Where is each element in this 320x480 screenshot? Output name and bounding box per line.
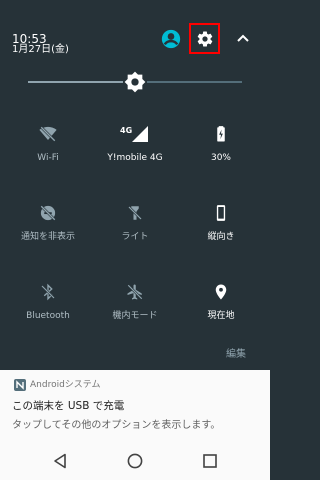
airplane-off-icon bbox=[127, 284, 143, 300]
brightness-track-filled bbox=[28, 81, 123, 83]
notification-app-name: Androidシステム bbox=[30, 380, 101, 390]
back-icon[interactable] bbox=[53, 453, 67, 469]
network-type-badge: 4G bbox=[120, 126, 132, 135]
tile-label: ライト bbox=[121, 232, 149, 242]
tile-auto-rotate[interactable]: 縦向き bbox=[176, 204, 266, 264]
usb-charging-notification[interactable]: Androidシステム この端末を USB で充電 タップしてその他のオプション… bbox=[0, 370, 270, 442]
tile-label: Y!mobile 4G bbox=[107, 153, 163, 163]
portrait-phone-icon bbox=[216, 205, 226, 221]
bluetooth-off-icon bbox=[41, 283, 55, 301]
tile-label: 通知を非表示 bbox=[20, 232, 75, 242]
home-icon[interactable] bbox=[127, 453, 143, 469]
user-avatar-icon[interactable] bbox=[161, 29, 181, 49]
tile-do-not-disturb[interactable]: 通知を非表示 bbox=[3, 204, 93, 264]
tile-wifi[interactable]: Wi-Fi bbox=[3, 125, 93, 185]
brightness-track-empty bbox=[147, 81, 242, 83]
brightness-slider-thumb[interactable] bbox=[124, 71, 146, 93]
tile-label: 縦向き bbox=[207, 232, 235, 242]
tile-bluetooth[interactable]: Bluetooth bbox=[3, 283, 93, 343]
tile-mobile-data[interactable]: 4G Y!mobile 4G bbox=[90, 125, 180, 185]
tile-label: 機内モード bbox=[112, 311, 158, 321]
tile-airplane-mode[interactable]: 機内モード bbox=[90, 283, 180, 343]
date-label: 1月27日(金) bbox=[12, 44, 69, 55]
edit-button[interactable]: 編集 bbox=[226, 345, 246, 360]
settings-gear-icon[interactable] bbox=[196, 30, 214, 48]
do-not-disturb-off-icon bbox=[40, 205, 56, 221]
tile-label: 30% bbox=[210, 153, 231, 163]
android-system-icon bbox=[14, 379, 26, 391]
notification-text: タップしてその他のオプションを表示します。 bbox=[12, 420, 221, 431]
flashlight-off-icon bbox=[128, 206, 142, 220]
wifi-off-icon bbox=[39, 126, 57, 142]
tile-location[interactable]: 現在地 bbox=[176, 283, 266, 343]
recent-apps-icon[interactable] bbox=[203, 454, 217, 468]
tile-battery[interactable]: 30% bbox=[176, 125, 266, 185]
cellular-signal-icon: 4G bbox=[120, 126, 148, 142]
location-pin-icon bbox=[215, 284, 227, 300]
collapse-chevron-icon[interactable] bbox=[236, 33, 250, 43]
tile-label: 現在地 bbox=[207, 311, 235, 321]
tile-label: Wi-Fi bbox=[37, 153, 59, 163]
battery-charging-icon bbox=[217, 126, 225, 142]
tile-flashlight[interactable]: ライト bbox=[90, 204, 180, 264]
tile-label: Bluetooth bbox=[26, 311, 70, 321]
notification-title: この端末を USB で充電 bbox=[12, 400, 125, 412]
